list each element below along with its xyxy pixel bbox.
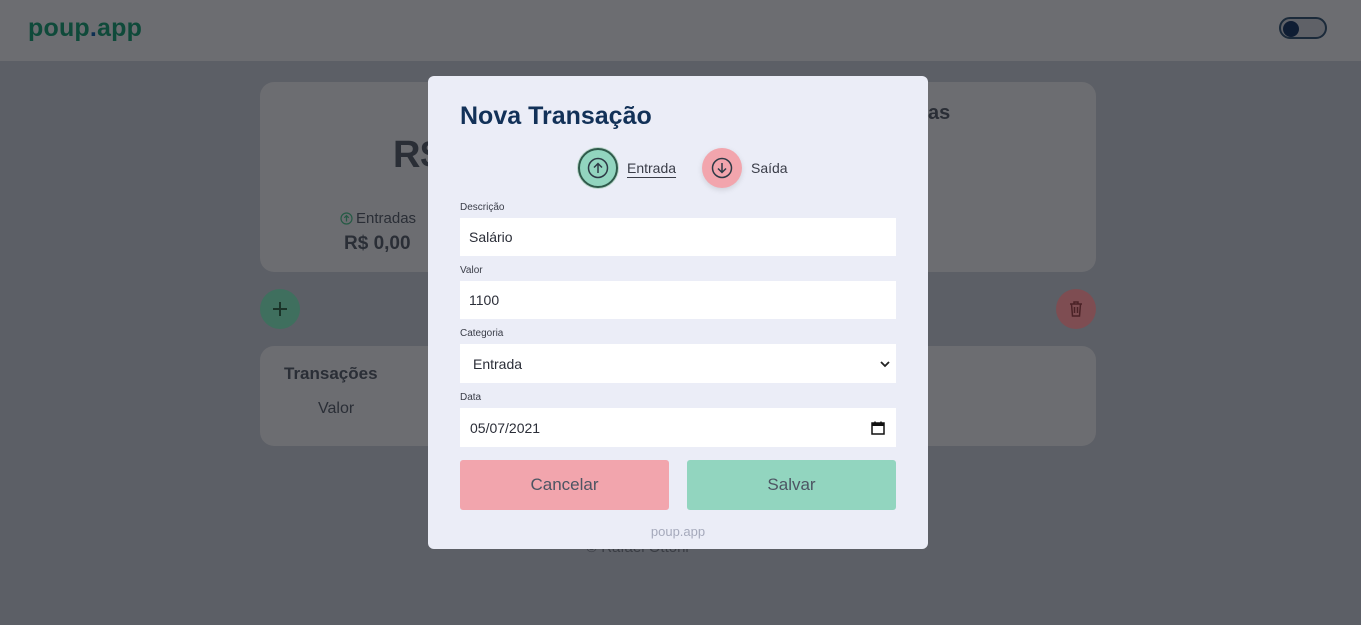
- chevron-down-icon: [880, 360, 890, 367]
- trash-icon: [1070, 301, 1082, 317]
- top-bar: poup.app: [0, 0, 1361, 61]
- entries-label: Entradas: [356, 210, 417, 227]
- cancel-button[interactable]: Cancelar: [460, 460, 669, 510]
- value-value: 1100: [469, 292, 500, 308]
- value-input[interactable]: 1100: [460, 281, 896, 319]
- column-header-value: Valor: [318, 400, 355, 417]
- date-input[interactable]: 05/07/2021: [460, 408, 896, 447]
- toggle-knob: [1283, 21, 1299, 37]
- calendar-icon[interactable]: [870, 420, 886, 436]
- save-button[interactable]: Salvar: [687, 460, 896, 510]
- entries-value: R$ 0,00: [344, 233, 411, 254]
- modal-footer: poup.app: [650, 524, 706, 539]
- modal-title: Nova Transação: [460, 102, 652, 130]
- arrow-down-circle-icon: [711, 157, 733, 179]
- type-entrada-button[interactable]: Entrada: [578, 148, 676, 188]
- type-entrada-circle: [578, 148, 618, 188]
- plus-icon: [273, 302, 287, 316]
- exits-heading: as: [928, 102, 951, 124]
- description-label: Descrição: [460, 202, 505, 213]
- category-label: Categoria: [460, 328, 504, 339]
- arrow-up-circle-icon: [587, 157, 609, 179]
- category-select[interactable]: Entrada: [460, 344, 896, 383]
- type-saida-circle: [702, 148, 742, 188]
- arrow-up-circle-icon: [340, 212, 353, 225]
- entries-label-row: Entradas: [340, 210, 416, 227]
- transactions-title: Transações: [284, 364, 378, 383]
- value-label: Valor: [460, 265, 483, 276]
- category-selected: Entrada: [473, 355, 523, 372]
- logo: poup.app: [28, 14, 143, 42]
- date-label: Data: [460, 392, 482, 403]
- theme-toggle[interactable]: [1279, 17, 1327, 39]
- delete-all-button[interactable]: [1056, 289, 1096, 329]
- new-transaction-modal: Nova Transação Entrada Saída Descrição S…: [428, 76, 928, 549]
- description-input[interactable]: Salário: [460, 218, 896, 256]
- type-entrada-label: Entrada: [627, 160, 677, 176]
- type-saida-button[interactable]: Saída: [702, 148, 788, 188]
- add-transaction-button[interactable]: [260, 289, 300, 329]
- type-saida-label: Saída: [751, 160, 788, 176]
- date-value: 05/07/2021: [470, 419, 541, 436]
- description-value: Salário: [469, 229, 513, 245]
